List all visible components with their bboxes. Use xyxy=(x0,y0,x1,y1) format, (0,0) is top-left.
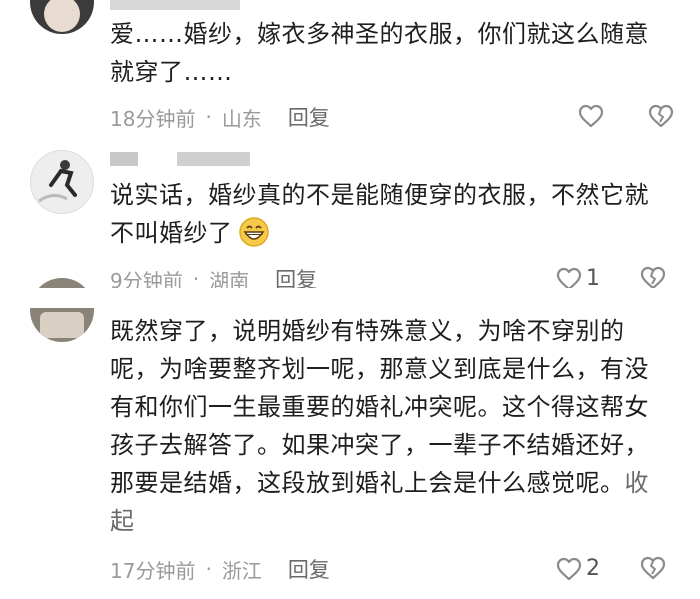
comment-time: 17分钟前 xyxy=(110,558,196,583)
dislike-button[interactable] xyxy=(648,104,674,132)
avatar[interactable] xyxy=(30,150,94,214)
separator-dot: · xyxy=(205,105,212,129)
username-redacted[interactable] xyxy=(110,152,250,166)
like-button[interactable]: 2 xyxy=(556,556,600,581)
dislike-button[interactable] xyxy=(640,556,666,584)
comment-text: 既然穿了，说明婚纱有特殊意义，为啥不穿别的呢，为啥要整齐划一呢，那意义到底是什么… xyxy=(110,312,670,540)
grinning-face-emoji xyxy=(237,216,271,259)
broken-heart-icon xyxy=(640,556,666,580)
comment-text-content: 既然穿了，说明婚纱有特殊意义，为啥不穿别的呢，为啥要整齐划一呢，那意义到底是什么… xyxy=(110,317,649,497)
heart-outline-icon xyxy=(556,557,582,580)
comment-meta: 18分钟前 · 山东 回复 xyxy=(110,102,330,132)
broken-heart-icon xyxy=(640,266,666,290)
comment-region: 浙江 xyxy=(221,558,262,583)
reply-button[interactable]: 回复 xyxy=(288,554,330,584)
avatar[interactable] xyxy=(30,0,94,34)
username-redacted[interactable] xyxy=(110,0,240,10)
separator-dot: · xyxy=(205,557,212,581)
reply-button[interactable]: 回复 xyxy=(288,102,330,132)
comment-meta: 17分钟前 · 浙江 回复 xyxy=(110,554,330,584)
heart-outline-icon xyxy=(578,104,604,128)
comment-text: 说实话，婚纱真的不是能随便穿的衣服，不然它就不叫婚纱了 xyxy=(110,176,670,259)
comment-region: 山东 xyxy=(221,106,262,131)
heart-outline-icon xyxy=(556,267,582,290)
comment-time: 18分钟前 xyxy=(110,106,196,131)
broken-heart-icon xyxy=(648,104,674,128)
comment-text: 爱……婚纱，嫁衣多神圣的衣服，你们就这么随意就穿了…… xyxy=(110,20,649,86)
comment-text-content: 说实话，婚纱真的不是能随便穿的衣服，不然它就不叫婚纱了 xyxy=(110,181,649,247)
like-count: 2 xyxy=(586,556,600,581)
avatar-mask xyxy=(0,288,700,308)
avatar-figure-icon xyxy=(38,160,77,203)
like-button[interactable] xyxy=(578,104,608,128)
